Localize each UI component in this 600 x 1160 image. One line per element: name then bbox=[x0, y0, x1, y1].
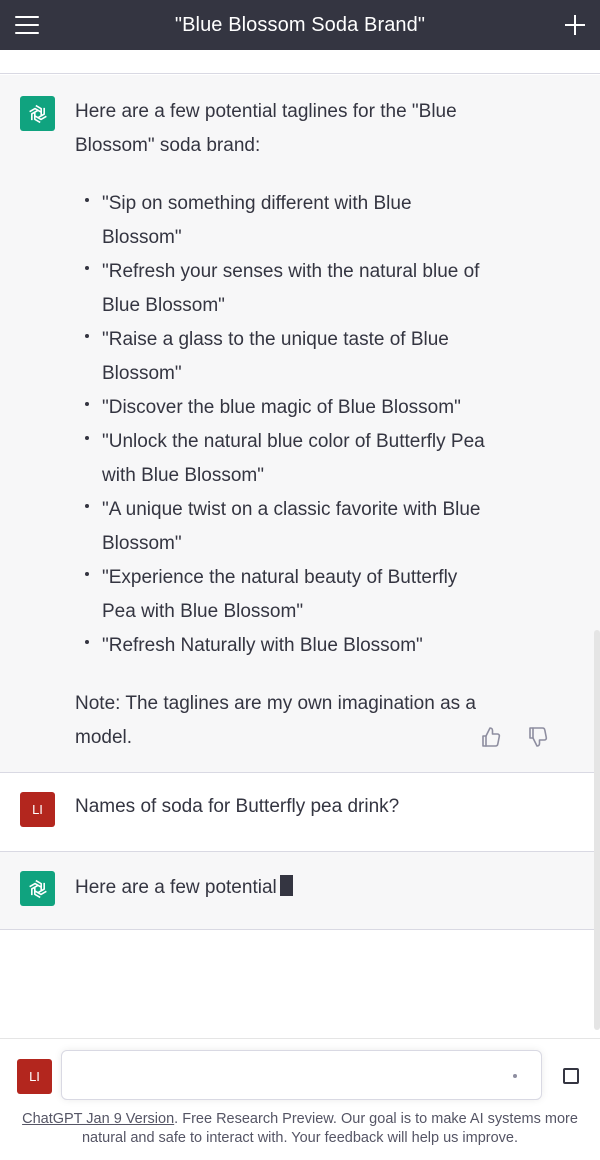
feedback-buttons bbox=[480, 725, 600, 755]
conversation-top-spacer bbox=[0, 50, 600, 74]
stop-generating-icon[interactable] bbox=[563, 1068, 579, 1084]
chatgpt-logo-icon bbox=[20, 871, 55, 906]
typing-cursor bbox=[279, 875, 293, 896]
loading-dot-icon bbox=[513, 1074, 517, 1078]
assistant-message: Here are a few potential taglines for th… bbox=[0, 75, 600, 773]
list-item: "Sip on something different with Blue Bl… bbox=[75, 187, 495, 255]
user-message-text: Names of soda for Butterfly pea drink? bbox=[75, 796, 400, 817]
message-note: Note: The taglines are my own imaginatio… bbox=[75, 693, 476, 748]
assistant-message-streaming: Here are a few potential bbox=[0, 852, 600, 930]
composer-area: LI ChatGPT Jan 9 Version. Free Research … bbox=[0, 1038, 600, 1160]
message-input-box[interactable] bbox=[61, 1050, 542, 1100]
list-item: "Raise a glass to the unique taste of Bl… bbox=[75, 323, 495, 391]
list-item: "Refresh your senses with the natural bl… bbox=[75, 255, 495, 323]
conversation-title: "Blue Blossom Soda Brand" bbox=[174, 13, 426, 36]
user-avatar: LI bbox=[17, 1059, 52, 1094]
top-bar: "Blue Blossom Soda Brand" bbox=[0, 0, 600, 50]
version-link[interactable]: ChatGPT Jan 9 Version bbox=[22, 1111, 174, 1127]
list-item: "Experience the natural beauty of Butter… bbox=[75, 561, 495, 629]
scrollbar[interactable] bbox=[594, 630, 600, 1030]
streaming-text: Here are a few potential bbox=[75, 877, 277, 898]
list-item: "Refresh Naturally with Blue Blossom" bbox=[75, 629, 495, 663]
thumbs-down-icon[interactable] bbox=[527, 725, 549, 751]
list-item: "Unlock the natural blue color of Butter… bbox=[75, 425, 495, 493]
plus-icon[interactable] bbox=[564, 14, 586, 36]
tagline-list: "Sip on something different with Blue Bl… bbox=[75, 187, 495, 663]
assistant-message-content: Here are a few potential bbox=[75, 871, 495, 905]
message-intro: Here are a few potential taglines for th… bbox=[75, 101, 457, 156]
thumbs-up-icon[interactable] bbox=[480, 725, 502, 751]
footer-disclaimer: ChatGPT Jan 9 Version. Free Research Pre… bbox=[0, 1110, 600, 1148]
user-message: LI Names of soda for Butterfly pea drink… bbox=[0, 773, 600, 852]
list-item: "A unique twist on a classic favorite wi… bbox=[75, 493, 495, 561]
message-input[interactable] bbox=[72, 1063, 502, 1089]
chatgpt-logo-icon bbox=[20, 96, 55, 131]
assistant-message-content: Here are a few potential taglines for th… bbox=[75, 95, 495, 755]
user-avatar: LI bbox=[20, 792, 55, 827]
list-item: "Discover the blue magic of Blue Blossom… bbox=[75, 391, 495, 425]
hamburger-menu-icon[interactable] bbox=[14, 13, 40, 37]
